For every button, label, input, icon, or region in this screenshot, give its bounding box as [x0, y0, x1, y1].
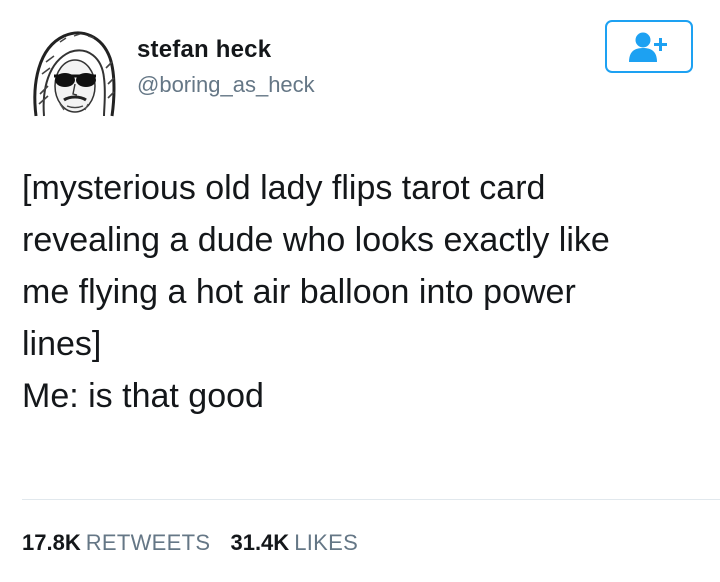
- user-handle[interactable]: @boring_as_heck: [137, 72, 315, 98]
- tweet-line: [mysterious old lady flips tarot card: [22, 169, 546, 207]
- avatar[interactable]: [30, 24, 116, 118]
- add-user-icon: [629, 32, 667, 62]
- likes-count: 31.4K: [230, 530, 290, 555]
- retweets-stat[interactable]: 17.8K RETWEETS: [22, 530, 216, 555]
- follow-button[interactable]: [605, 20, 693, 73]
- retweets-label: RETWEETS: [85, 530, 211, 555]
- retweets-count: 17.8K: [22, 530, 81, 555]
- tweet-line: lines]: [22, 325, 102, 363]
- likes-label: LIKES: [294, 530, 359, 555]
- tweet-line: Me: is that good: [22, 377, 264, 415]
- tweet-line: me flying a hot air balloon into power: [22, 273, 576, 311]
- likes-stat[interactable]: 31.4K LIKES: [230, 530, 358, 555]
- tweet-text: [mysterious old lady flips tarot card re…: [22, 162, 702, 422]
- hooded-man-sunglasses-avatar-icon: [33, 31, 116, 117]
- tweet-line: revealing a dude who looks exactly like: [22, 221, 610, 259]
- display-name[interactable]: stefan heck: [137, 36, 271, 64]
- divider: [22, 499, 720, 500]
- tweet-stats: 17.8K RETWEETS 31.4K LIKES: [22, 530, 358, 556]
